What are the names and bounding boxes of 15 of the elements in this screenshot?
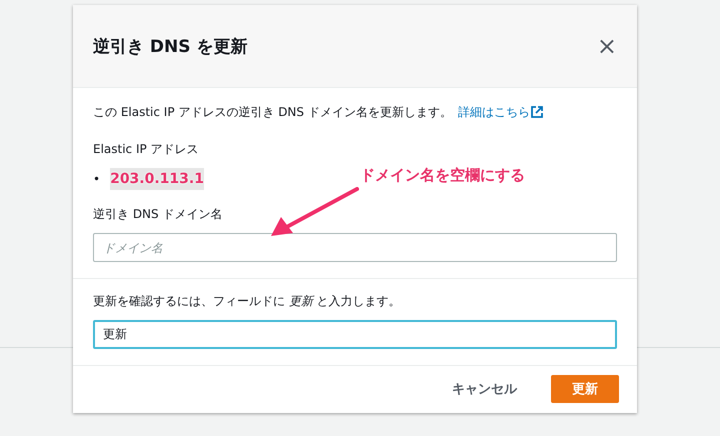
ip-address: 203.0.113.1: [110, 168, 204, 190]
field-label: 更新を確認するには、フィールドに 更新 と入力します。: [93, 293, 402, 310]
domain-name-field[interactable]: ドメイン名: [93, 233, 617, 262]
dialog-title: 逆引き DNS を更新: [93, 36, 248, 58]
annotation-arrow-icon: [269, 187, 359, 239]
confirm-field[interactable]: 更新: [93, 320, 617, 349]
annotation-text: ドメイン名を空欄にする: [360, 166, 525, 185]
field-label: Elastic IP アドレス: [93, 141, 200, 158]
external-link-icon: [530, 106, 543, 118]
details-link[interactable]: 詳細はこちら: [458, 105, 543, 119]
description: この Elastic IP アドレスの逆引き DNS ドメイン名を更新します。 詳細はこちら: [93, 104, 617, 121]
field-label: 逆引き DNS ドメイン名: [93, 206, 224, 223]
close-button[interactable]: ×: [596, 34, 617, 58]
cancel-button[interactable]: キャンセル: [432, 375, 537, 403]
bullet: •: [93, 171, 100, 188]
